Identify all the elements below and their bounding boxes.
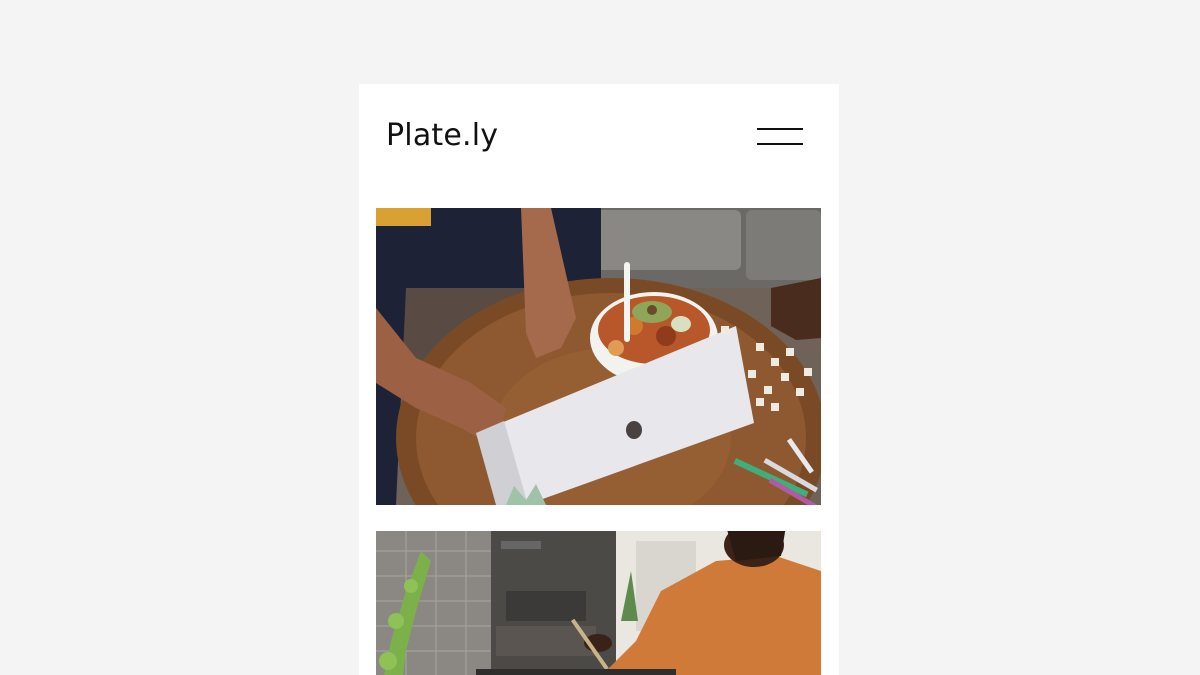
menu-line bbox=[757, 128, 803, 130]
app-header: Plate.ly bbox=[359, 84, 839, 194]
hamburger-menu-icon[interactable] bbox=[757, 126, 803, 146]
mobile-screen: Plate.ly bbox=[359, 84, 839, 675]
laptop-food-image bbox=[376, 208, 821, 505]
menu-line bbox=[757, 143, 803, 145]
feed-photo-kitchen-cooking[interactable] bbox=[376, 531, 821, 675]
feed-photo-laptop-food[interactable] bbox=[376, 208, 821, 505]
kitchen-cooking-image bbox=[376, 531, 821, 675]
app-logo[interactable]: Plate.ly bbox=[386, 118, 498, 153]
